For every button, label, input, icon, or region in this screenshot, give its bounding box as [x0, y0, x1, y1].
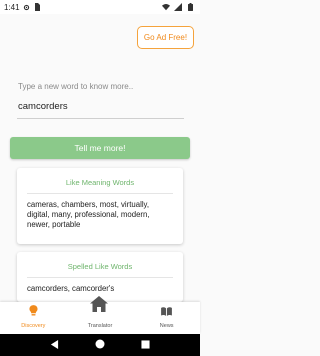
- card-body: cameras, chambers, most, virtually, digi…: [27, 200, 150, 229]
- wifi-icon: [162, 3, 170, 11]
- nav-label: News: [159, 323, 174, 329]
- status-bar: 1:41: [0, 0, 200, 14]
- like-meaning-card: Like Meaning Words cameras, chambers, mo…: [17, 168, 183, 244]
- recents-icon[interactable]: [141, 336, 150, 354]
- search-input[interactable]: [17, 95, 184, 119]
- book-icon: [161, 303, 173, 321]
- home-icon[interactable]: [89, 294, 109, 314]
- tell-me-more-button[interactable]: Tell me more!: [10, 137, 190, 159]
- status-time: 1:41: [4, 2, 20, 12]
- status-indicators: [162, 3, 196, 11]
- nav-item-discovery[interactable]: Discovery: [0, 302, 67, 334]
- go-ad-free-button[interactable]: Go Ad Free!: [137, 26, 194, 49]
- cell-signal-icon: [174, 3, 182, 11]
- card-title: Like Meaning Words: [65, 178, 135, 187]
- nav-item-news[interactable]: News: [133, 302, 200, 334]
- sim-card-icon: [33, 3, 41, 11]
- home-circle-icon[interactable]: [95, 336, 105, 354]
- card-divider: [27, 193, 173, 194]
- card-divider: [27, 277, 173, 278]
- back-icon[interactable]: [50, 336, 59, 354]
- search-prompt: Type a new word to know more..: [18, 82, 134, 91]
- lightbulb-icon: [29, 303, 38, 321]
- nav-label: Discovery: [21, 323, 46, 329]
- settings-icon: [23, 3, 31, 11]
- system-nav-bar: [0, 334, 200, 356]
- card-title: Spelled Like Words: [67, 262, 133, 271]
- card-body: camcorders, camcorder's: [27, 284, 115, 293]
- battery-icon: [186, 3, 194, 11]
- nav-label: Translator: [87, 323, 113, 329]
